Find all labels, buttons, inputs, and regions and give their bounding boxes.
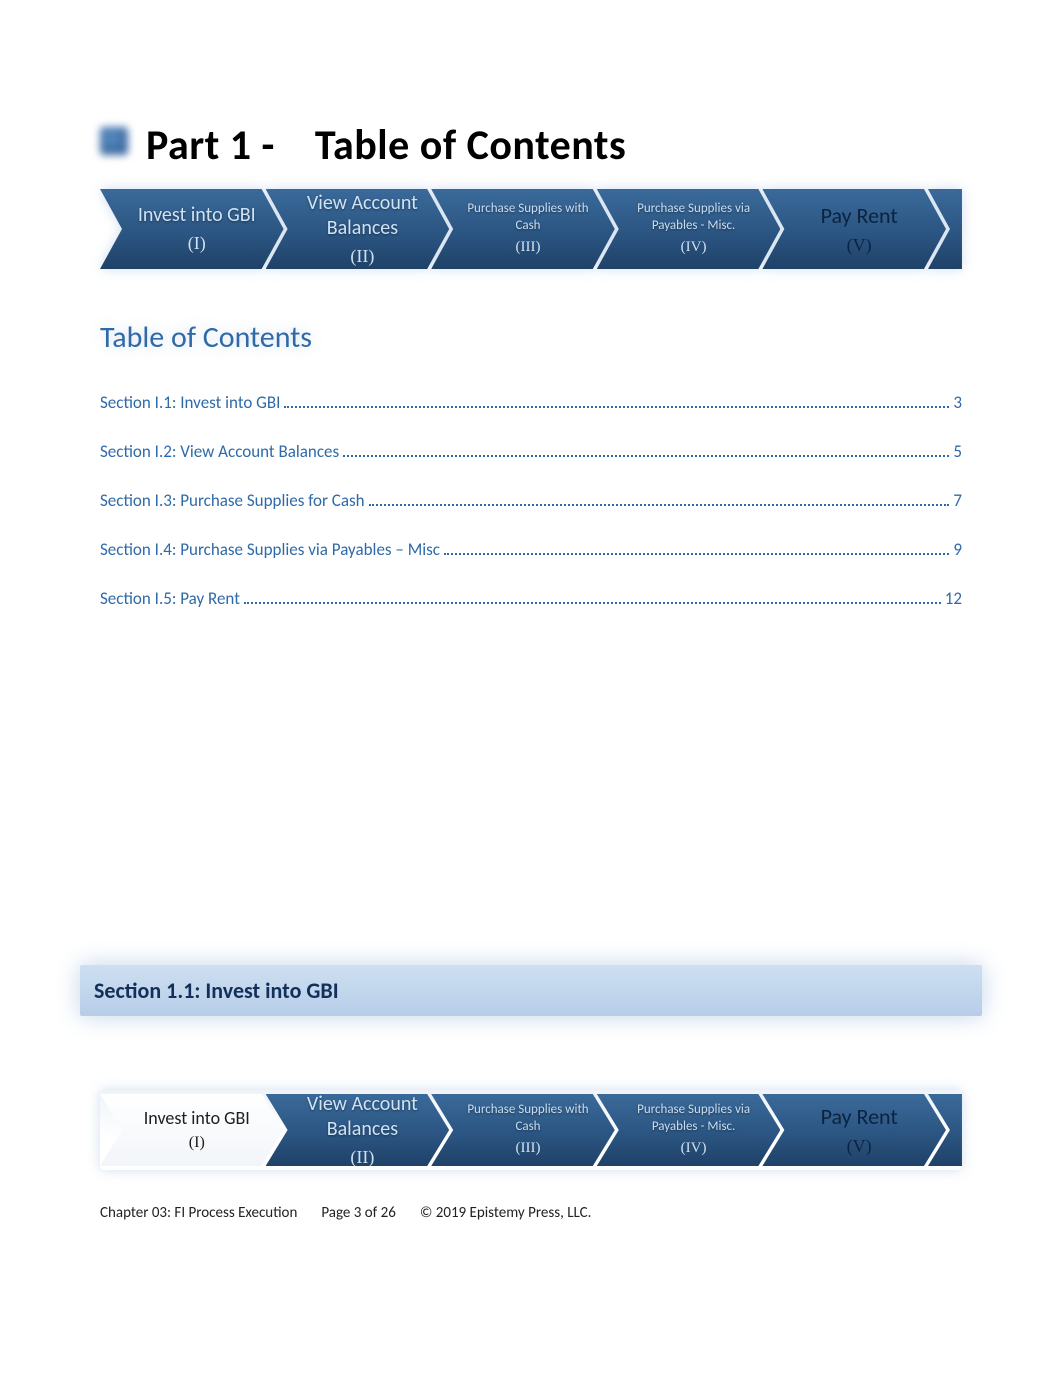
chevron-step-title: Pay Rent: [821, 1103, 898, 1131]
chevron-step-3: Purchase Supplies with Cash (III): [431, 1094, 615, 1166]
toc-item-label: Section I.3: Purchase Supplies for Cash: [100, 490, 365, 511]
title-row: Part 1 - Table of Contents: [100, 120, 962, 171]
toc-item[interactable]: Section I.3: Purchase Supplies for Cash …: [100, 490, 962, 511]
toc-item[interactable]: Section I.2: View Account Balances 5: [100, 441, 962, 462]
toc-item-label: Section I.2: View Account Balances: [100, 441, 339, 462]
chevron-step-num: (II): [350, 1146, 374, 1169]
chevron-step-title: Purchase Supplies via Payables - Misc.: [633, 1102, 755, 1135]
chevron-step-num: (I): [189, 1133, 205, 1153]
chevron-step-title: Purchase Supplies with Cash: [467, 201, 589, 234]
toc-item-page: 5: [953, 441, 962, 462]
process-chevron-bar-top: Invest into GBI (I) View Account Balance…: [100, 189, 962, 269]
chevron-step-num: (V): [847, 1135, 872, 1158]
chevron-step-4: Purchase Supplies via Payables - Misc. (…: [597, 189, 781, 269]
title-bullet-icon: [100, 127, 128, 155]
chevron-step-title: Pay Rent: [821, 202, 898, 230]
toc-item-label: Section I.4: Purchase Supplies via Payab…: [100, 539, 440, 560]
chevron-step-num: (II): [350, 245, 374, 268]
chevron-step-title: Invest into GBI: [144, 1107, 250, 1130]
chevron-step-1: Invest into GBI (I): [100, 189, 284, 269]
chevron-step-title: Purchase Supplies via Payables - Misc.: [633, 201, 755, 234]
toc-leader-dots: [444, 540, 949, 555]
toc-item-label: Section I.1: Invest into GBI: [100, 392, 280, 413]
toc-item-label: Section I.5: Pay Rent: [100, 588, 240, 609]
footer-page: Page 3 of 26: [321, 1204, 395, 1222]
toc-leader-dots: [284, 393, 949, 408]
page-title: Part 1 - Table of Contents: [146, 120, 626, 171]
chevron-step-2: View Account Balances (II): [266, 189, 450, 269]
chevron-step-2: View Account Balances (II): [266, 1094, 450, 1166]
toc-item-page: 7: [953, 490, 962, 511]
page-title-part1: Part 1 -: [146, 120, 275, 171]
chevron-step-4: Purchase Supplies via Payables - Misc. (…: [597, 1094, 781, 1166]
section-heading: Section 1.1: Invest into GBI: [94, 977, 968, 1004]
toc-list: Section I.1: Invest into GBI 3 Section I…: [100, 392, 962, 609]
chevron-step-3: Purchase Supplies with Cash (III): [431, 189, 615, 269]
footer-chapter: Chapter 03: FI Process Execution: [100, 1204, 297, 1222]
toc-leader-dots: [369, 491, 950, 506]
toc-leader-dots: [244, 589, 941, 604]
toc-leader-dots: [343, 442, 949, 457]
footer-copyright: © 2019 Epistemy Press, LLC.: [420, 1204, 592, 1222]
chevron-step-num: (V): [847, 234, 872, 257]
toc-heading: Table of Contents: [100, 319, 962, 356]
toc-item-page: 3: [953, 392, 962, 413]
chevron-step-num: (I): [188, 232, 206, 255]
toc-item-page: 9: [953, 539, 962, 560]
chevron-step-num: (III): [515, 238, 540, 257]
chevron-step-title: Invest into GBI: [138, 203, 256, 228]
chevron-step-title: Purchase Supplies with Cash: [467, 1102, 589, 1135]
toc-item-page: 12: [945, 588, 962, 609]
chevron-step-num: (IV): [681, 1139, 707, 1158]
page-title-part2: Table of Contents: [315, 120, 626, 171]
chevron-step-num: (IV): [681, 238, 707, 257]
toc-item[interactable]: Section I.5: Pay Rent 12: [100, 588, 962, 609]
chevron-step-title: View Account Balances: [302, 191, 424, 241]
lower-block: Invest into GBI (I) View Account Balance…: [100, 1060, 962, 1190]
toc-item[interactable]: Section I.4: Purchase Supplies via Payab…: [100, 539, 962, 560]
toc-item[interactable]: Section I.1: Invest into GBI 3: [100, 392, 962, 413]
chevron-step-5: Pay Rent (V): [762, 189, 946, 269]
page-footer: Chapter 03: FI Process Execution Page 3 …: [100, 1204, 962, 1222]
section-heading-band: Section 1.1: Invest into GBI: [80, 965, 982, 1016]
chevron-step-1-active: Invest into GBI (I): [100, 1094, 284, 1166]
chevron-step-num: (III): [515, 1139, 540, 1158]
chevron-step-5: Pay Rent (V): [762, 1094, 946, 1166]
process-chevron-bar-bottom: Invest into GBI (I) View Account Balance…: [100, 1090, 962, 1170]
chevron-step-title: View Account Balances: [302, 1092, 424, 1142]
